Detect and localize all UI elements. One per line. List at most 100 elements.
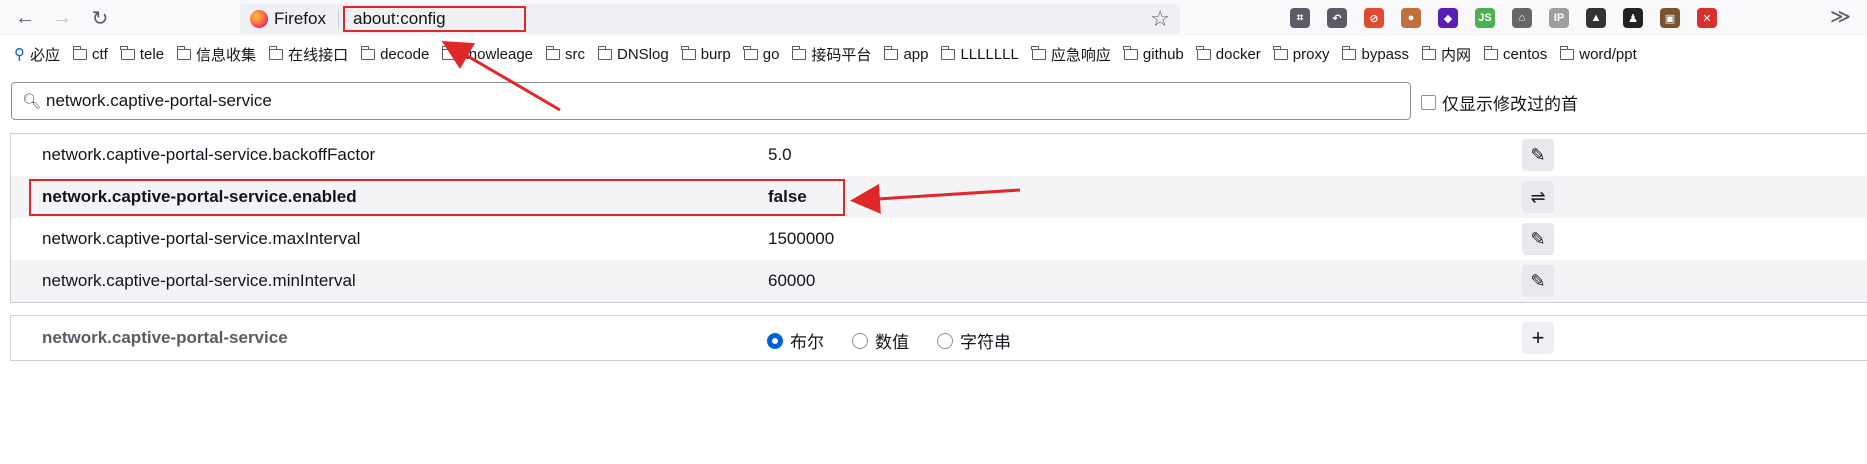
type-option-label: 布尔 [790, 333, 824, 352]
add-pref-button[interactable]: + [1522, 322, 1554, 354]
noscript-icon[interactable]: ⊘ [1364, 8, 1384, 28]
url-bar[interactable]: Firefox about:config ☆ [240, 4, 1180, 34]
folder-icon [883, 45, 899, 60]
bookmark-item[interactable]: bypass [1341, 45, 1409, 63]
js-icon-glyph: JS [1478, 12, 1492, 24]
overflow-menu-icon[interactable]: ≫ [1830, 4, 1851, 29]
pref-row[interactable]: network.captive-portal-service.maxInterv… [11, 218, 1867, 260]
cube-icon[interactable]: ◆ [1438, 8, 1458, 28]
bookmark-item[interactable]: centos [1483, 45, 1548, 63]
bookmark-item[interactable]: burp [681, 45, 731, 63]
bookmark-label: centos [1503, 45, 1548, 63]
folder-icon [1031, 45, 1046, 60]
bookmark-label: word/ppt [1579, 45, 1637, 63]
add-preference-row: network.captive-portal-service 布尔 数值 字符串 + [10, 315, 1867, 361]
edit-button[interactable]: ✎ [1522, 265, 1554, 297]
cookie-icon[interactable]: ● [1401, 8, 1421, 28]
hat-icon[interactable]: ▲ [1586, 8, 1606, 28]
bookmarks-toolbar: ⚲ 必应 ctf tele 信息收集 在线接口 decode knowleage src DNSl… [0, 40, 1867, 68]
bookmark-item[interactable]: knowleage [441, 45, 534, 63]
bookmark-item[interactable]: docker [1196, 45, 1261, 63]
identity-box[interactable]: Firefox [250, 4, 326, 34]
edit-button[interactable]: ✎ [1522, 139, 1554, 171]
forward-button[interactable]: → [49, 6, 75, 30]
undo-icon[interactable]: ↶ [1327, 8, 1347, 28]
stop-icon-glyph: ✕ [1702, 12, 1712, 25]
type-option-label: 字符串 [960, 333, 1011, 352]
folder-icon [545, 45, 561, 60]
hacker-icon[interactable]: ♟ [1623, 8, 1643, 28]
pref-row[interactable]: network.captive-portal-service.enabled fa… [11, 176, 1867, 218]
bookmark-label: 应急响应 [1050, 46, 1111, 64]
crop-icon[interactable]: ⌗ [1290, 8, 1310, 28]
bookmark-item[interactable]: github [1123, 45, 1184, 63]
show-modified-checkbox[interactable] [1421, 95, 1436, 110]
folder-icon [1341, 45, 1357, 60]
noscript-icon-glyph: ⊘ [1369, 12, 1379, 25]
type-option[interactable]: 数值 [852, 328, 909, 353]
stop-icon[interactable]: ✕ [1697, 8, 1717, 28]
bookmark-item[interactable]: LLLLLLL [940, 45, 1019, 63]
folder-icon [120, 45, 135, 60]
plus-icon: + [1531, 325, 1545, 350]
edit-button[interactable]: ✎ [1522, 223, 1554, 255]
bookmark-item[interactable]: src [545, 45, 585, 63]
bookmark-label: docker [1215, 45, 1261, 63]
bookmark-label: DNSlog [617, 45, 669, 63]
download-icon[interactable]: ▣ [1660, 8, 1680, 28]
undo-icon-glyph: ↶ [1332, 12, 1342, 25]
bookmark-item[interactable]: 内网 [1421, 44, 1472, 65]
back-button[interactable]: ← [12, 6, 38, 30]
search-value: network.captive-portal-service [46, 91, 272, 110]
bookmark-label: ctf [92, 45, 108, 63]
bookmark-item[interactable]: 应急响应 [1031, 44, 1111, 65]
bookmark-item[interactable]: 在线接口 [268, 44, 348, 65]
bookmark-item[interactable]: app [883, 45, 929, 63]
radio-button[interactable] [852, 332, 868, 349]
bookmark-label: decode [380, 45, 430, 63]
bookmark-item[interactable]: decode [360, 45, 430, 63]
pref-row[interactable]: network.captive-portal-service.minInterv… [11, 260, 1867, 302]
bookmark-label: 接码平台 [811, 46, 872, 64]
url-input[interactable]: about:config [343, 6, 526, 32]
toggle-icon: ⇌ [1530, 186, 1546, 207]
pref-value: 60000 [768, 271, 816, 290]
bookmark-item[interactable]: tele [120, 45, 164, 63]
bookmark-label: 内网 [1441, 46, 1472, 64]
bing-search-icon: ⚲ [14, 46, 25, 63]
toggle-button[interactable]: ⇌ [1522, 181, 1554, 213]
bookmark-label: knowleage [461, 45, 534, 63]
bookmark-star-icon[interactable]: ☆ [1150, 6, 1170, 32]
robot-icon[interactable]: ⌂ [1512, 8, 1532, 28]
radio-button[interactable] [767, 332, 783, 349]
pref-row[interactable]: network.captive-portal-service.backoffFa… [11, 134, 1867, 176]
bookmark-item[interactable]: go [743, 45, 779, 63]
preferences-table: network.captive-portal-service.backoffFa… [10, 133, 1867, 303]
bookmark-label: app [903, 45, 929, 63]
bookmark-item[interactable]: DNSlog [597, 45, 669, 63]
bookmark-label: 信息收集 [196, 46, 257, 64]
config-search-input[interactable]: 🔍︎ network.captive-portal-service [11, 82, 1411, 120]
bookmark-label: LLLLLLL [960, 45, 1019, 63]
url-separator [338, 10, 339, 28]
pref-value: 1500000 [768, 229, 835, 248]
type-option[interactable]: 布尔 [767, 328, 824, 353]
bookmark-item[interactable]: word/ppt [1559, 45, 1637, 63]
reload-button[interactable]: ↻ [87, 6, 113, 30]
pref-name: network.captive-portal-service.enabled [42, 187, 357, 206]
bookmark-item[interactable]: 信息收集 [176, 44, 257, 65]
show-modified-only[interactable]: 仅显示修改过的首 [1421, 90, 1578, 115]
type-option-label: 数值 [875, 333, 909, 352]
type-option[interactable]: 字符串 [937, 328, 1011, 353]
folder-icon [1421, 45, 1437, 60]
bookmark-item[interactable]: ⚲ 必应 [14, 44, 60, 65]
radio-button[interactable] [937, 332, 953, 349]
identity-label: Firefox [274, 9, 326, 28]
js-icon[interactable]: JS [1475, 8, 1495, 28]
pref-value: 5.0 [768, 145, 792, 164]
ip-icon[interactable]: IP [1549, 8, 1569, 28]
bookmark-item[interactable]: 接码平台 [791, 44, 872, 65]
bookmark-item[interactable]: ctf [72, 45, 108, 63]
bookmark-item[interactable]: proxy [1273, 45, 1329, 63]
bookmark-label: 必应 [30, 46, 61, 64]
